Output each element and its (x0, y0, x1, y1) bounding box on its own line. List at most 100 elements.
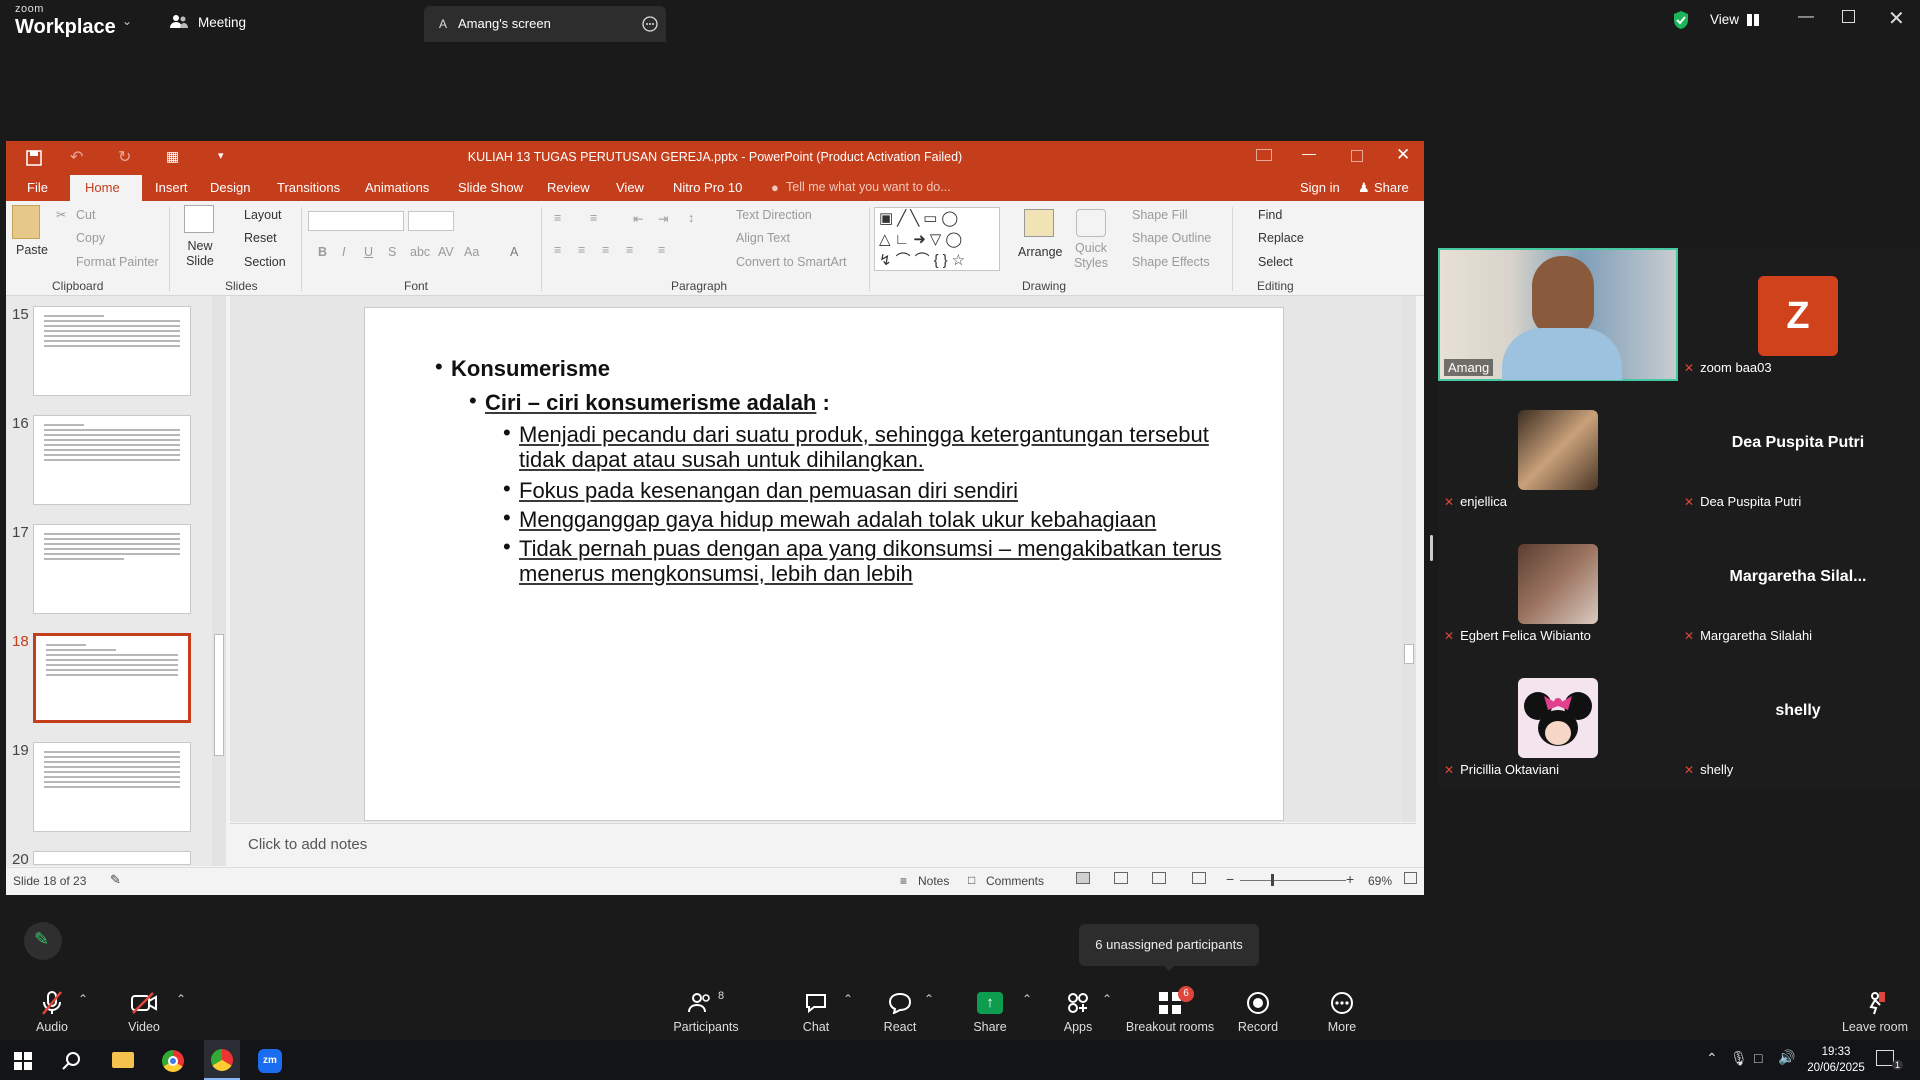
participant-tile-enjellica[interactable]: ✕ enjellica (1438, 382, 1678, 515)
new-slide-icon[interactable] (184, 205, 214, 233)
shapes-gallery[interactable]: ▣╱╲▭◯ △∟➜▽◯ ↯⌒⌒{}☆ (874, 207, 1000, 271)
tab-transitions[interactable]: Transitions (277, 180, 340, 195)
participant-tile-pricillia[interactable]: ✕ Pricillia Oktaviani (1438, 650, 1678, 783)
slide-thumbnail-18[interactable] (33, 633, 191, 723)
video-button[interactable]: Video (104, 980, 184, 1040)
search-icon[interactable] (62, 1051, 82, 1071)
underline-icon[interactable]: U (364, 245, 373, 259)
shape-fill-button[interactable]: Shape Fill (1132, 208, 1188, 222)
decrease-indent-icon[interactable]: ⇤ (633, 211, 643, 226)
arrange-button[interactable]: Arrange (1018, 245, 1062, 259)
zoom-level[interactable]: 69% (1368, 874, 1392, 888)
ribbon-display-icon[interactable] (1256, 149, 1272, 161)
audio-button[interactable]: Audio (12, 980, 92, 1040)
align-text-button[interactable]: Align Text (736, 231, 790, 245)
zoom-in-icon[interactable]: + (1346, 871, 1354, 887)
cut-button[interactable]: Cut (76, 208, 95, 222)
network-icon[interactable]: □ (1754, 1050, 1762, 1066)
quick-styles-icon[interactable] (1076, 209, 1106, 237)
tab-slide-show[interactable]: Slide Show (458, 180, 523, 195)
meeting-tab[interactable]: Meeting (170, 14, 246, 30)
paste-button[interactable]: Paste (16, 243, 48, 257)
align-left-icon[interactable]: ≡ (554, 243, 561, 257)
thumbs-scroll-thumb[interactable] (214, 634, 224, 756)
audio-options-chevron[interactable]: ⌃ (78, 992, 88, 1006)
reset-button[interactable]: Reset (244, 231, 277, 245)
close-icon[interactable]: ✕ (1888, 6, 1905, 31)
file-explorer-icon[interactable] (112, 1052, 134, 1068)
pane-resize-handle[interactable] (1430, 535, 1433, 561)
slide-thumbnail-19[interactable] (33, 742, 191, 832)
align-center-icon[interactable]: ≡ (578, 243, 585, 257)
slide-thumbnail-16[interactable] (33, 415, 191, 505)
participant-tile-zoom-baa03[interactable]: Z ✕ zoom baa03 (1678, 248, 1918, 381)
comments-toggle[interactable]: Comments (986, 874, 1044, 888)
zoom-slider-thumb[interactable] (1271, 874, 1274, 886)
slide-thumbnail-15[interactable] (33, 306, 191, 396)
slide-sorter-icon[interactable] (1114, 872, 1128, 884)
fit-slide-icon[interactable] (1404, 872, 1417, 884)
participant-tile-amang[interactable]: Amang (1438, 248, 1678, 381)
tray-mic-icon[interactable]: 🎙 (1730, 1050, 1748, 1067)
columns-icon[interactable]: ≡ (658, 243, 665, 257)
align-right-icon[interactable]: ≡ (602, 243, 609, 257)
react-options-chevron[interactable]: ⌃ (924, 992, 934, 1006)
shield-check-icon[interactable] (1672, 10, 1690, 30)
participants-button[interactable]: 8 Participants (666, 980, 746, 1040)
more-options-icon[interactable] (642, 16, 658, 32)
replace-button[interactable]: Replace (1258, 231, 1304, 245)
slide-thumbnail-20[interactable] (33, 851, 191, 865)
breakout-rooms-button[interactable]: 6 Breakout rooms (1120, 980, 1220, 1040)
change-case-icon[interactable]: Aa (464, 245, 479, 259)
copy-button[interactable]: Copy (76, 231, 105, 245)
share-screen-button[interactable]: ↑ Share (950, 980, 1030, 1040)
format-painter-button[interactable]: Format Painter (76, 255, 159, 269)
video-options-chevron[interactable]: ⌃ (176, 992, 186, 1006)
spacing-icon[interactable]: AV (438, 245, 454, 259)
more-button[interactable]: More (1302, 980, 1382, 1040)
line-spacing-icon[interactable]: ↕ (688, 211, 694, 225)
clock[interactable]: 19:33 20/06/2025 (1806, 1044, 1866, 1076)
italic-icon[interactable]: I (342, 245, 345, 259)
shadow-icon[interactable]: S (388, 245, 396, 259)
justify-icon[interactable]: ≡ (626, 243, 633, 257)
bullets-icon[interactable]: ≡ (554, 211, 561, 225)
tab-animations[interactable]: Animations (365, 180, 429, 195)
ppt-close-icon[interactable]: ✕ (1396, 145, 1410, 165)
tab-insert[interactable]: Insert (155, 180, 188, 195)
bold-icon[interactable]: B (318, 245, 327, 259)
tab-design[interactable]: Design (210, 180, 250, 195)
reading-view-icon[interactable] (1152, 872, 1166, 884)
chrome-active-slot[interactable] (204, 1040, 240, 1080)
view-button[interactable]: View (1710, 12, 1760, 27)
tab-nitro[interactable]: Nitro Pro 10 (673, 180, 742, 195)
zoom-workplace-logo[interactable]: zoom Workplace (15, 4, 116, 38)
apps-options-chevron[interactable]: ⌃ (1102, 992, 1112, 1006)
zoom-out-icon[interactable]: − (1226, 871, 1234, 887)
participant-tile-margaretha[interactable]: Margaretha Silal... ✕ Margaretha Silalahi (1678, 516, 1918, 649)
participant-tile-shelly[interactable]: shelly ✕ shelly (1678, 650, 1918, 783)
arrange-icon[interactable] (1024, 209, 1054, 237)
share-options-chevron[interactable]: ⌃ (1022, 992, 1032, 1006)
select-button[interactable]: Select (1258, 255, 1293, 269)
chrome-icon[interactable] (162, 1050, 184, 1072)
slideshow-view-icon[interactable] (1192, 872, 1206, 884)
find-button[interactable]: Find (1258, 208, 1282, 222)
font-family-select[interactable] (308, 211, 404, 231)
chevron-down-icon[interactable]: ⌄ (122, 14, 132, 28)
annotate-button[interactable]: ✎ (24, 922, 62, 960)
slide-canvas[interactable]: • Konsumerisme • Ciri – ciri konsumerism… (364, 307, 1284, 821)
shape-outline-button[interactable]: Shape Outline (1132, 231, 1211, 245)
section-button[interactable]: Section (244, 255, 286, 269)
numbering-icon[interactable]: ≡ (590, 211, 597, 225)
shape-effects-button[interactable]: Shape Effects (1132, 255, 1210, 269)
new-slide-button[interactable]: New Slide (180, 239, 220, 269)
font-color-icon[interactable]: A (510, 245, 518, 259)
record-button[interactable]: Record (1218, 980, 1298, 1040)
convert-smartart-button[interactable]: Convert to SmartArt (736, 255, 846, 269)
volume-icon[interactable]: 🔊 (1778, 1049, 1795, 1066)
tab-review[interactable]: Review (547, 180, 590, 195)
windows-start-icon[interactable] (14, 1052, 32, 1070)
zoom-slider[interactable] (1240, 880, 1346, 881)
zoom-app-icon[interactable]: zm (258, 1049, 282, 1073)
